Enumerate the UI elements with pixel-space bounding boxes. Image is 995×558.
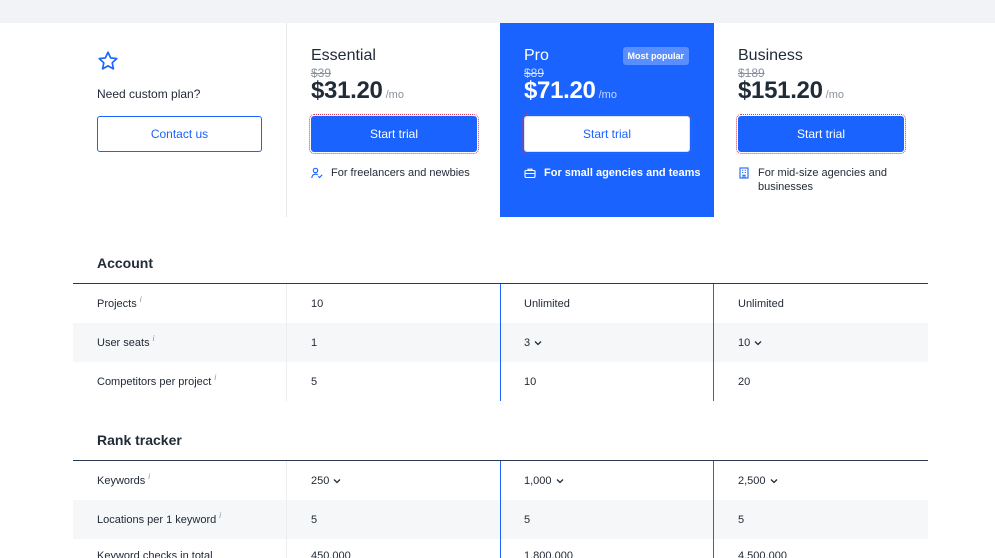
chevron-down-icon xyxy=(754,340,762,345)
row-label-text: Projects xyxy=(97,297,137,310)
price: $31.20 xyxy=(311,77,383,104)
plan-business: Business $189 $151.20 /mo Start trial Fo… xyxy=(714,23,928,217)
info-icon[interactable]: i xyxy=(219,511,221,520)
select-value: 2,500 xyxy=(738,474,766,487)
plan-audience: For freelancers and newbies xyxy=(311,166,491,180)
select-value: 10 xyxy=(738,336,751,349)
user-check-icon xyxy=(311,167,323,179)
row-label-text: Locations per 1 keyword xyxy=(97,513,217,526)
start-trial-pro-button[interactable]: Start trial xyxy=(522,114,692,154)
value-essential: 5 xyxy=(311,513,318,526)
value-business: 4,500,000 xyxy=(738,550,787,558)
row-label: Keyword checks in total xyxy=(97,539,213,558)
info-icon[interactable]: i xyxy=(153,334,155,343)
row-label: Competitors per project i xyxy=(97,362,216,401)
keywords-business-select[interactable]: 2,500 xyxy=(738,461,778,500)
plan-pro: Pro Most popular $89 $71.20 /mo Start tr… xyxy=(500,23,714,217)
pro-column-border-right xyxy=(713,461,714,558)
value-business: 5 xyxy=(738,513,745,526)
value-essential: 1 xyxy=(311,336,318,349)
row-label-text: Keyword checks in total xyxy=(97,550,213,558)
plan-name: Essential xyxy=(311,47,376,64)
value-pro: Unlimited xyxy=(524,297,570,310)
custom-plan-text: Need custom plan? xyxy=(97,87,201,101)
price: $71.20 xyxy=(524,77,596,104)
row-label-text: User seats xyxy=(97,336,150,349)
building-icon xyxy=(739,167,749,179)
chevron-down-icon xyxy=(770,478,777,483)
column-divider xyxy=(286,461,287,558)
start-trial-business-button[interactable]: Start trial xyxy=(736,114,906,154)
plan-name: Business xyxy=(738,47,803,64)
chevron-down-icon xyxy=(556,478,563,483)
audience-text: For small agencies and teams xyxy=(544,167,701,179)
chevron-down-icon xyxy=(534,340,542,345)
price-row: $151.20 /mo xyxy=(738,77,844,105)
price-row: $31.20 /mo xyxy=(311,77,404,105)
keywords-pro-select[interactable]: 1,000 xyxy=(524,461,564,500)
star-icon xyxy=(98,51,118,70)
section-title-rank-tracker: Rank tracker xyxy=(97,432,182,448)
plan-name: Pro xyxy=(524,47,549,64)
row-label: Locations per 1 keyword i xyxy=(97,500,221,539)
user-seats-business-select[interactable]: 10 xyxy=(738,323,762,362)
most-popular-badge: Most popular xyxy=(622,47,689,65)
audience-text: For mid-size agencies and businesses xyxy=(758,167,888,193)
value-pro: 1,800,000 xyxy=(524,550,573,558)
select-value: 250 xyxy=(311,474,330,487)
plan-audience: For mid-size agencies and businesses xyxy=(738,166,918,194)
value-business: 20 xyxy=(738,375,751,388)
row-label: User seats i xyxy=(97,323,154,362)
row-label: Keywords i xyxy=(97,461,150,500)
plan-essential: Essential $39 $31.20 /mo Start trial For… xyxy=(287,23,500,217)
value-essential: 10 xyxy=(311,297,324,310)
price-period: /mo xyxy=(598,89,617,101)
info-icon[interactable]: i xyxy=(148,472,150,481)
value-essential: 5 xyxy=(311,375,318,388)
audience-text: For freelancers and newbies xyxy=(331,167,470,179)
value-business: Unlimited xyxy=(738,297,784,310)
price: $151.20 xyxy=(738,77,823,104)
keywords-essential-select[interactable]: 250 xyxy=(311,461,341,500)
pro-column-border-left xyxy=(500,461,501,558)
briefcase-icon xyxy=(524,168,536,179)
row-label: Projects i xyxy=(97,284,142,323)
column-divider xyxy=(286,284,287,401)
price-row: $71.20 /mo xyxy=(524,77,617,105)
start-trial-essential-button[interactable]: Start trial xyxy=(309,114,479,154)
info-icon[interactable]: i xyxy=(140,295,142,304)
price-period: /mo xyxy=(825,89,844,101)
section-title-account: Account xyxy=(97,255,153,271)
value-pro: 10 xyxy=(524,375,537,388)
row-label-text: Keywords xyxy=(97,474,146,487)
pro-column-border-left xyxy=(500,284,501,401)
pro-column-border-right xyxy=(713,284,714,401)
value-essential: 450,000 xyxy=(311,550,351,558)
top-bar xyxy=(0,0,995,23)
chevron-down-icon xyxy=(333,478,341,483)
row-label-text: Competitors per project xyxy=(97,375,212,388)
price-period: /mo xyxy=(385,89,404,101)
plan-audience: For small agencies and teams xyxy=(524,166,704,180)
contact-us-button[interactable]: Contact us xyxy=(97,116,262,152)
user-seats-pro-select[interactable]: 3 xyxy=(524,323,542,362)
value-pro: 5 xyxy=(524,513,531,526)
select-value: 1,000 xyxy=(524,474,552,487)
custom-plan-column: Need custom plan? Contact us xyxy=(73,23,287,217)
info-icon[interactable]: i xyxy=(214,373,216,382)
select-value: 3 xyxy=(524,336,531,349)
